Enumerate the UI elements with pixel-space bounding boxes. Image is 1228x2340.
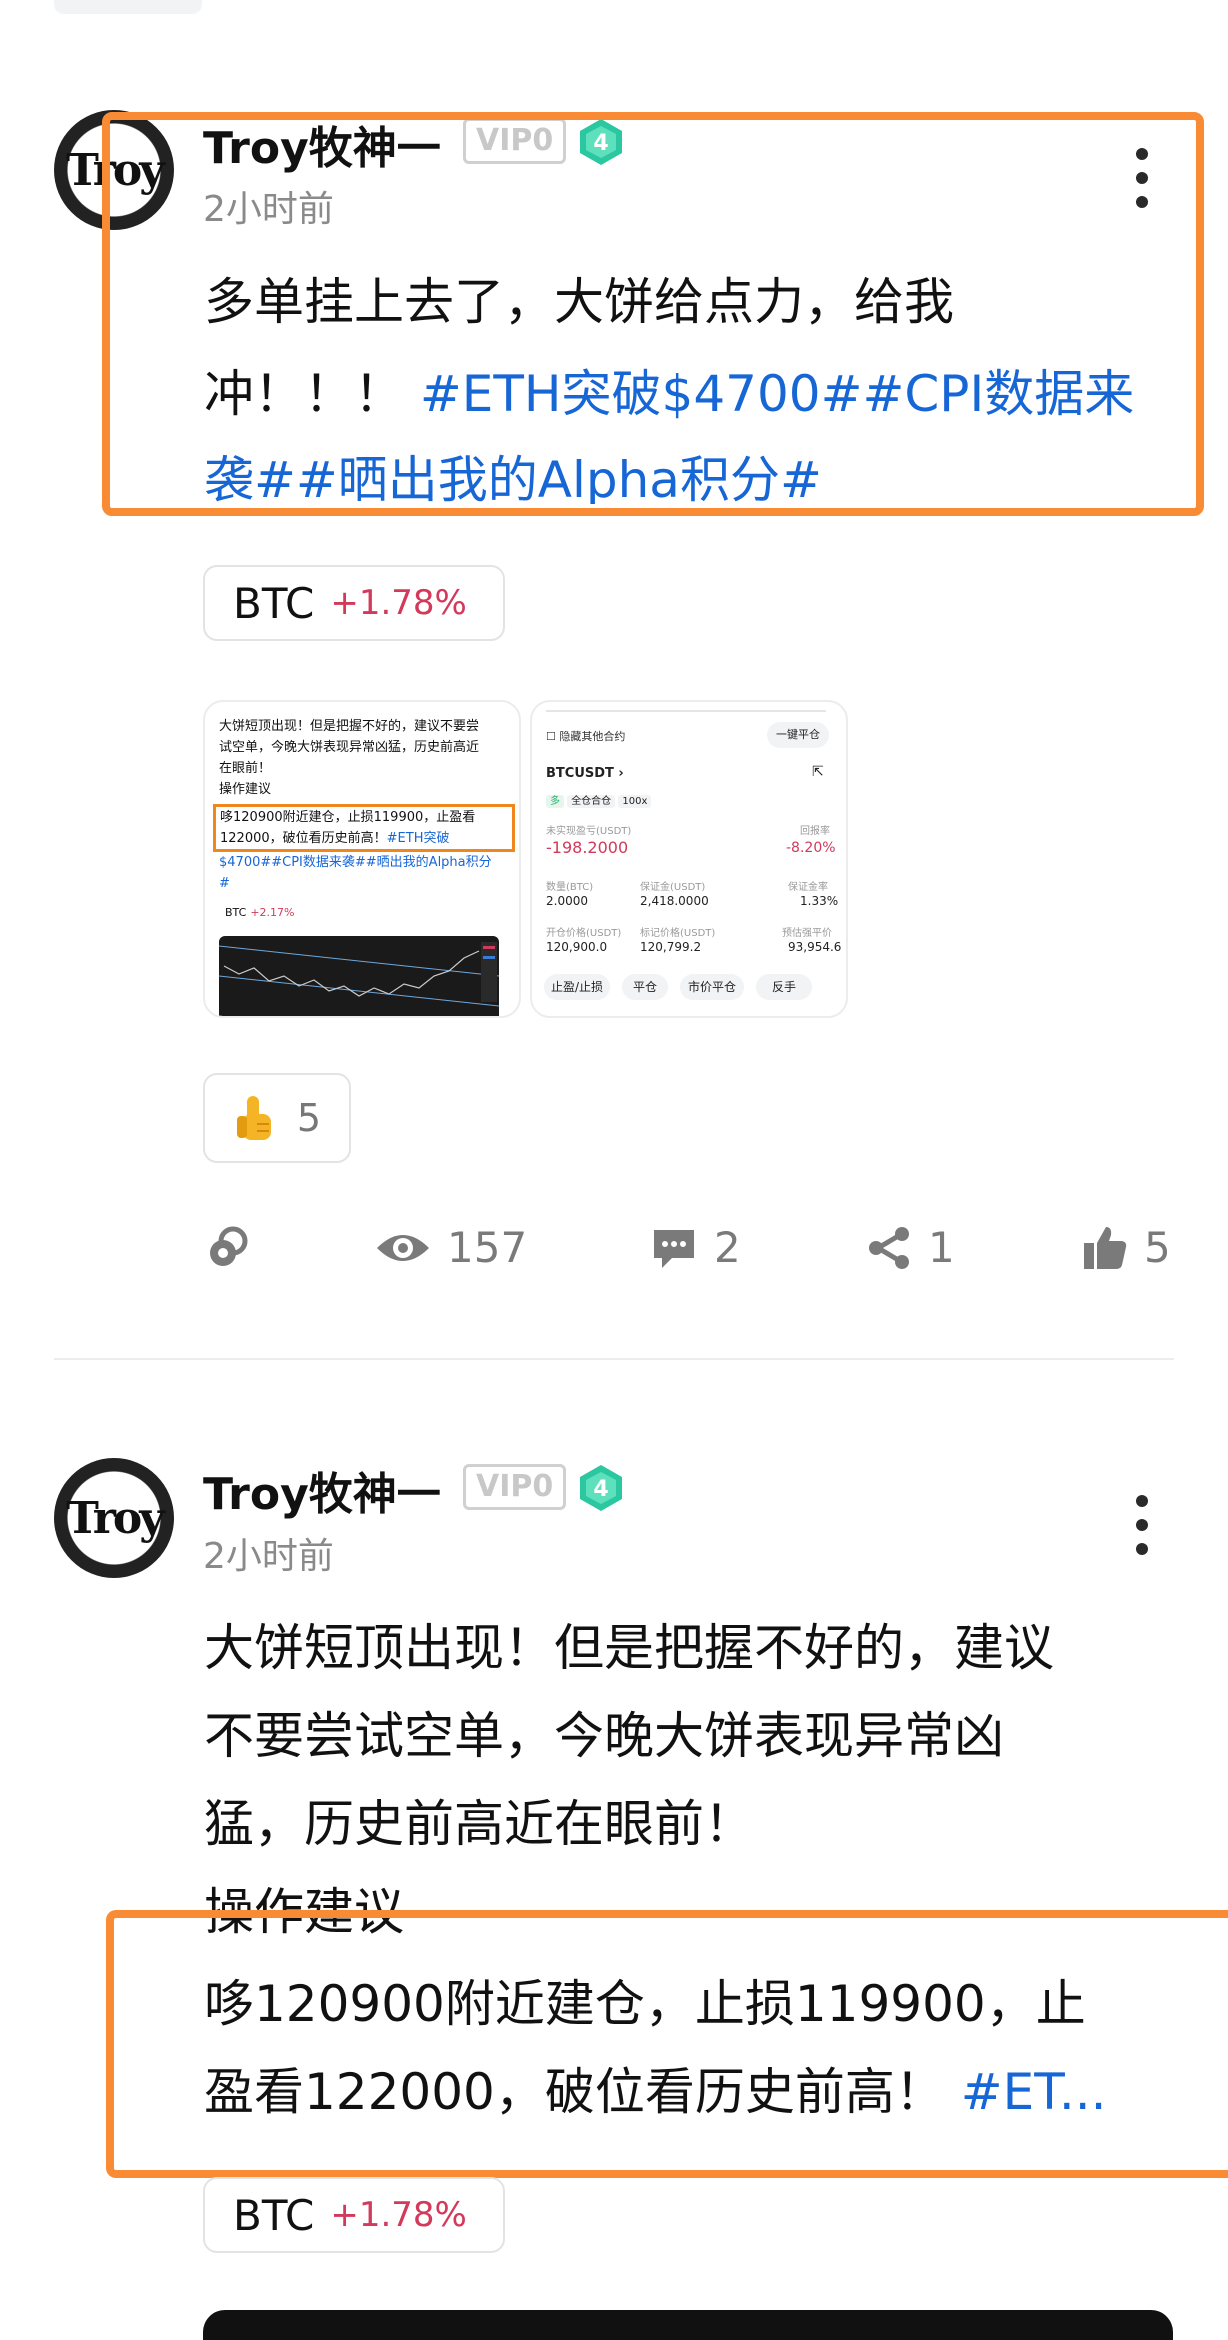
image2-top-edge: [546, 706, 826, 712]
image2-label: 预估强平价: [782, 928, 832, 939]
share-button[interactable]: 1: [866, 1223, 955, 1272]
image2-value: 2,418.0000: [640, 894, 709, 908]
image1-tag-line: $4700##CPI数据来袭##晒出我的Alpha积分: [219, 855, 492, 870]
thumbs-up-emoji-icon: [236, 1096, 271, 1140]
image2-label: 保证金率: [788, 882, 828, 893]
image1-tag: #ETH突破: [386, 831, 450, 846]
image2-label: 保证金(USDT): [640, 882, 706, 893]
image2-reverse-button: 反手: [756, 974, 812, 1000]
post-time: 2小时前: [203, 1536, 334, 1577]
image2-roe: -8.20%: [786, 840, 836, 856]
image2-hide-label: 隐藏其他合约: [559, 730, 626, 743]
image1-line: 122000，破位看历史前高！: [220, 831, 387, 846]
image2-label: 开仓价格(USDT): [546, 928, 622, 939]
image2-leverage: 100x: [618, 795, 652, 808]
reaction-count: 5: [296, 1096, 322, 1140]
image1-coin-symbol: BTC: [225, 906, 247, 919]
level-badge-icon: 4: [580, 1465, 622, 1511]
image1-line: 大饼短顶出现！但是把握不好的，建议不要尝: [219, 719, 480, 734]
highlight-box-2: [106, 1910, 1228, 2178]
coin-change: +1.78%: [330, 2195, 467, 2235]
post2-image-preview[interactable]: [203, 2310, 1173, 2340]
image1-tag-line: #: [219, 876, 230, 891]
image2-market-close-button: 市价平仓: [680, 974, 744, 1000]
image2-value: 120,900.0: [546, 940, 608, 954]
image2-mode: 全仓合仓: [567, 795, 616, 808]
post2-text-line3: 猛，历史前高近在眼前！: [204, 1795, 754, 1853]
image1-coin-change: +2.17%: [250, 906, 295, 919]
image2-share-icon: ⇱: [812, 764, 824, 780]
image2-hide-toggle: ☐ 隐藏其他合约: [546, 730, 626, 743]
author-name[interactable]: Troy牧神一: [203, 1458, 441, 1522]
coin-chip[interactable]: BTC +1.78%: [203, 565, 505, 641]
image2-close-button: 平仓: [622, 974, 668, 1000]
image1-line: 操作建议: [219, 782, 272, 797]
post2-text-line1: 大饼短顶出现！但是把握不好的，建议: [204, 1619, 1054, 1677]
more-options-icon[interactable]: [1132, 1495, 1152, 1555]
image2-tags: 多 全仓合仓 100x: [546, 792, 652, 808]
image2-value: 93,954.6: [788, 940, 842, 954]
thumbs-up-icon: [1084, 1226, 1127, 1269]
views-stat: 157: [375, 1223, 527, 1272]
image1-line: 在眼前！: [219, 761, 272, 776]
comments-count: 2: [714, 1223, 741, 1272]
level-badge-value: 4: [593, 1477, 608, 1502]
image1-highlight-box: 哆120900附近建仓，止损119900，止盈看 122000，破位看历史前高！…: [213, 804, 515, 852]
highlight-box-1: [102, 112, 1204, 516]
image1-text: 大饼短顶出现！但是把握不好的，建议不要尝 试空单，今晚大饼表现异常凶猛，历史前高…: [205, 702, 519, 894]
coin-symbol: BTC: [233, 2190, 315, 2240]
comment-icon: [654, 1229, 694, 1268]
image1-price-chart: [218, 936, 500, 1016]
views-count: 157: [447, 1223, 528, 1272]
image2-value: 1.33%: [800, 894, 839, 908]
like-button[interactable]: 5: [1082, 1223, 1171, 1272]
image2-label: 回报率: [800, 826, 830, 837]
coin-chip[interactable]: BTC +1.78%: [203, 2177, 505, 2253]
comments-button[interactable]: 2: [650, 1223, 741, 1272]
image2-value: 2.0000: [546, 894, 588, 908]
author-avatar[interactable]: Troy: [54, 1458, 174, 1578]
post-image-1[interactable]: 大饼短顶出现！但是把握不好的，建议不要尝 试空单，今晚大饼表现异常凶猛，历史前高…: [203, 700, 521, 1018]
image2-pnl: -198.2000: [546, 838, 629, 857]
vip-badge: VIP0: [463, 1464, 567, 1510]
image1-coin-chip: BTC +2.17%: [225, 906, 519, 919]
share-icon: [869, 1226, 909, 1269]
shares-count: 1: [928, 1223, 955, 1272]
image2-value: 120,799.2: [640, 940, 702, 954]
eye-icon: [377, 1234, 429, 1261]
image1-line: 试空单，今晚大饼表现异常凶猛，历史前高近: [219, 740, 480, 755]
reaction-chip[interactable]: 5: [203, 1073, 351, 1163]
post-divider: [54, 1358, 1174, 1360]
coin-change: +1.78%: [330, 583, 467, 623]
image2-label: 数量(BTC): [546, 882, 594, 893]
likes-count: 5: [1144, 1223, 1171, 1272]
image1-line: 哆120900附近建仓，止损119900，止盈看: [220, 810, 476, 825]
tip-button[interactable]: [205, 1225, 251, 1271]
coin-symbol: BTC: [233, 578, 315, 628]
image2-pair-text: BTCUSDT: [546, 766, 614, 781]
image2-tpsl-button: 止盈/止损: [544, 974, 610, 1000]
post2-text-line2: 不要尝试空单，今晚大饼表现异常凶: [204, 1707, 1004, 1765]
image2-pair: BTCUSDT ›: [546, 766, 624, 781]
post-image-2[interactable]: ☐ 隐藏其他合约 一键平仓 BTCUSDT › ⇱ 多 全仓合仓 100x 未实…: [530, 700, 848, 1018]
image2-label: 标记价格(USDT): [640, 928, 716, 939]
avatar-logo-text: Troy: [66, 1492, 165, 1544]
tip-coins-icon: [210, 1226, 248, 1266]
image2-label: 未实现盈亏(USDT): [546, 826, 632, 837]
previous-item-pill: [54, 0, 202, 14]
image2-close-all: 一键平仓: [767, 722, 829, 748]
